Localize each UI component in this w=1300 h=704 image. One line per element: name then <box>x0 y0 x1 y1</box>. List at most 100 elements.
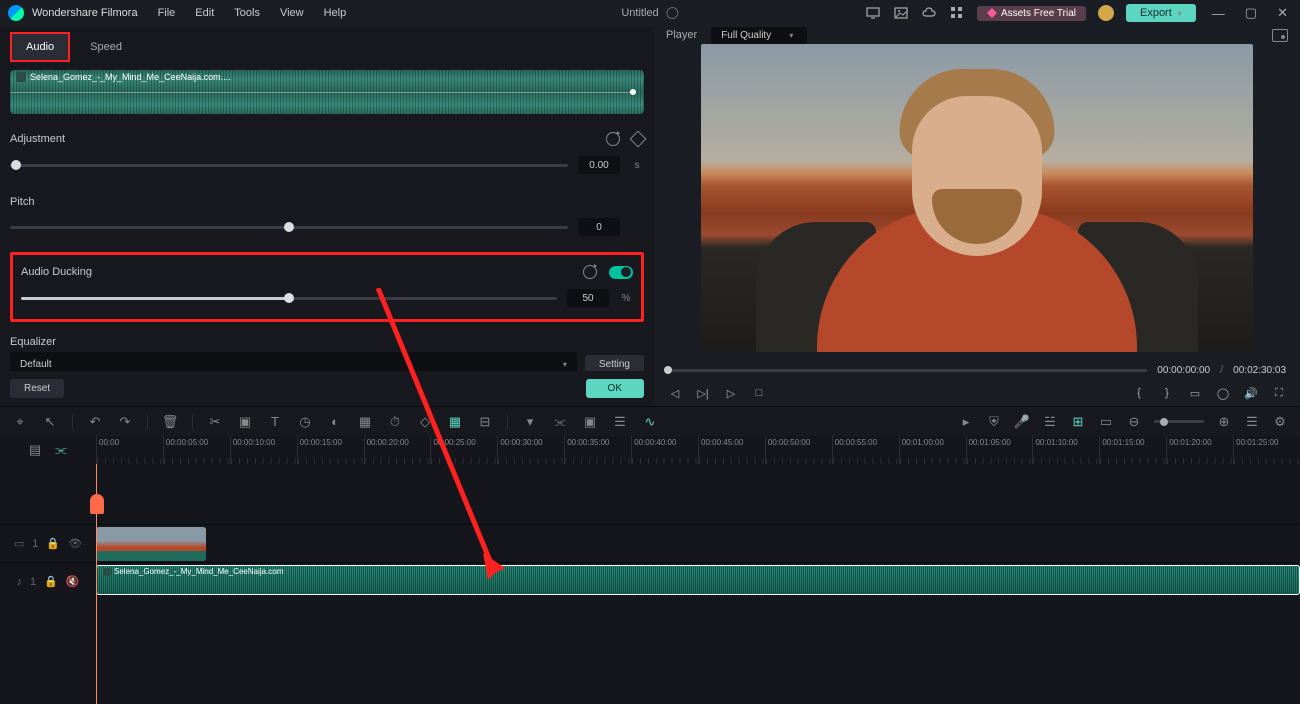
mixer-icon[interactable]: ☱ <box>1042 414 1058 430</box>
layer-icon[interactable]: ☰ <box>612 414 628 430</box>
pitch-slider[interactable] <box>10 226 568 229</box>
settings-icon[interactable]: ⚙ <box>1272 414 1288 430</box>
zoom-out-icon[interactable]: ⊖ <box>1126 414 1142 430</box>
track-link-icon[interactable]: ⫘ <box>53 442 69 458</box>
adjustment-value[interactable]: 0.00 <box>578 156 620 174</box>
close-button[interactable]: ✕ <box>1273 5 1292 21</box>
export-button[interactable]: Export▾ <box>1126 4 1196 22</box>
quality-dropdown[interactable]: Full Quality ▾ <box>711 27 807 44</box>
marker-icon[interactable]: ▾ <box>522 414 538 430</box>
pitch-value[interactable]: 0 <box>578 218 620 236</box>
delete-icon[interactable]: 🗑 <box>162 414 178 430</box>
play-back-icon[interactable]: ▷| <box>696 386 710 400</box>
chevron-down-icon: ▾ <box>789 31 793 40</box>
property-tabs: Audio Speed <box>0 26 654 62</box>
menu-help[interactable]: Help <box>324 7 347 19</box>
cut-icon[interactable]: ✂ <box>207 414 223 430</box>
video-clip[interactable] <box>96 527 206 561</box>
text-icon[interactable]: T <box>267 414 283 430</box>
redo-icon[interactable]: ↷ <box>117 414 133 430</box>
snapshot-icon[interactable] <box>1272 29 1288 42</box>
slider-tool-icon[interactable]: ⊟ <box>477 414 493 430</box>
equalizer-preset-dropdown[interactable]: Default ▾ <box>10 352 577 371</box>
lock-icon[interactable]: 🔒 <box>44 575 58 588</box>
link-icon[interactable]: ⫘ <box>552 414 568 430</box>
equalizer-setting-button[interactable]: Setting <box>585 355 644 372</box>
speed-icon[interactable]: ◷ <box>297 414 313 430</box>
player-scrubber[interactable] <box>668 369 1147 372</box>
playhead-handle[interactable] <box>90 494 104 514</box>
menu-tools[interactable]: Tools <box>234 7 260 19</box>
menu-view[interactable]: View <box>280 7 304 19</box>
tab-speed[interactable]: Speed <box>74 32 138 62</box>
mark-out-icon[interactable]: } <box>1160 386 1174 400</box>
undo-icon[interactable]: ↶ <box>87 414 103 430</box>
time-ruler[interactable]: 00:0000:00:05:0000:00:10:0000:00:15:0000… <box>96 436 1300 464</box>
audio-track-icon[interactable]: ♪ <box>16 576 22 588</box>
timeline-toolbar: ⌖ ↖ ↶ ↷ 🗑 ✂ ▣ T ◷ ◐ ▦ ⏱ ◇ ▦ ⊟ ▾ ⫘ ▣ ☰ ∿ … <box>0 406 1300 436</box>
adjustment-title: Adjustment <box>10 133 65 145</box>
render-icon[interactable]: ▸ <box>958 414 974 430</box>
ducking-slider[interactable] <box>21 297 557 300</box>
video-track-icon[interactable]: ▭ <box>14 537 24 550</box>
fullscreen-icon[interactable]: ⛶ <box>1272 386 1286 400</box>
adjustment-reset-icon[interactable] <box>606 132 620 146</box>
timer-icon[interactable]: ⏱ <box>387 414 403 430</box>
adjustment-keyframe-icon[interactable] <box>630 131 647 148</box>
keyframe-tool-icon[interactable]: ◇ <box>417 414 433 430</box>
ducking-reset-icon[interactable] <box>583 265 597 279</box>
cursor-icon[interactable]: ↖ <box>42 414 58 430</box>
ducking-value[interactable]: 50 <box>567 289 609 307</box>
shield-icon[interactable]: ⛨ <box>986 414 1002 430</box>
snap-tool-icon[interactable]: ⊞ <box>1070 414 1086 430</box>
play-icon[interactable]: ▷ <box>724 386 738 400</box>
zoom-slider[interactable] <box>1154 420 1204 423</box>
user-avatar[interactable] <box>1098 5 1114 21</box>
menu-file[interactable]: File <box>158 7 176 19</box>
apps-icon[interactable] <box>949 5 965 21</box>
eye-icon[interactable]: 👁 <box>68 537 82 550</box>
green-icon[interactable]: ▦ <box>447 414 463 430</box>
audio-clip[interactable]: Selena_Gomez_-_My_Mind_Me_CeeNaija.com <box>96 565 1300 595</box>
audio-track-1: ♪ 1 🔒 🔇 Selena_Gomez_-_My_Mind_Me_CeeNai… <box>0 562 1300 600</box>
group-icon[interactable]: ▣ <box>582 414 598 430</box>
lock-icon[interactable]: 🔒 <box>46 537 60 550</box>
audio-ducking-section: Audio Ducking 50 % <box>10 252 644 322</box>
minimize-button[interactable]: — <box>1208 6 1229 21</box>
effect1-icon[interactable]: ▦ <box>357 414 373 430</box>
select-tool-icon[interactable]: ⌖ <box>12 414 28 430</box>
volume-icon[interactable]: 🔊 <box>1244 386 1258 400</box>
sync-icon[interactable] <box>667 7 679 19</box>
video-track-number: 1 <box>32 538 38 550</box>
screen-icon[interactable] <box>865 5 881 21</box>
stop-icon[interactable]: □ <box>752 386 766 400</box>
cloud-icon[interactable] <box>921 5 937 21</box>
tab-audio[interactable]: Audio <box>10 32 70 62</box>
maximize-button[interactable]: ▢ <box>1241 5 1261 21</box>
audio-waveform-preview[interactable]: Selena_Gomez_-_My_Mind_Me_CeeNaija.com..… <box>10 70 644 114</box>
camera-icon[interactable]: ◯ <box>1216 386 1230 400</box>
reset-button[interactable]: Reset <box>10 379 64 398</box>
track-menu-icon[interactable]: ▤ <box>27 442 43 458</box>
zoom-in-icon[interactable]: ⊕ <box>1216 414 1232 430</box>
app-logo-icon <box>8 5 24 21</box>
display-icon[interactable]: ▭ <box>1188 386 1202 400</box>
adjustment-slider[interactable] <box>10 164 568 167</box>
waveform-handle[interactable] <box>630 89 636 95</box>
audio-tool-icon[interactable]: ∿ <box>642 414 658 430</box>
color-icon[interactable]: ◐ <box>327 414 343 430</box>
ok-button[interactable]: OK <box>586 379 644 398</box>
crop-icon[interactable]: ▣ <box>237 414 253 430</box>
list-icon[interactable]: ☰ <box>1244 414 1260 430</box>
mic-icon[interactable]: 🎤 <box>1014 414 1030 430</box>
video-track-1: ▭ 1 🔒 👁 <box>0 524 1300 562</box>
menu-edit[interactable]: Edit <box>195 7 214 19</box>
picture-icon[interactable] <box>893 5 909 21</box>
video-preview[interactable] <box>701 44 1253 352</box>
view-icon[interactable]: ▭ <box>1098 414 1114 430</box>
prev-frame-icon[interactable]: ◁ <box>668 386 682 400</box>
ducking-toggle[interactable] <box>609 266 633 279</box>
mute-icon[interactable]: 🔇 <box>66 575 80 588</box>
assets-trial-button[interactable]: Assets Free Trial <box>977 6 1086 21</box>
mark-in-icon[interactable]: { <box>1132 386 1146 400</box>
